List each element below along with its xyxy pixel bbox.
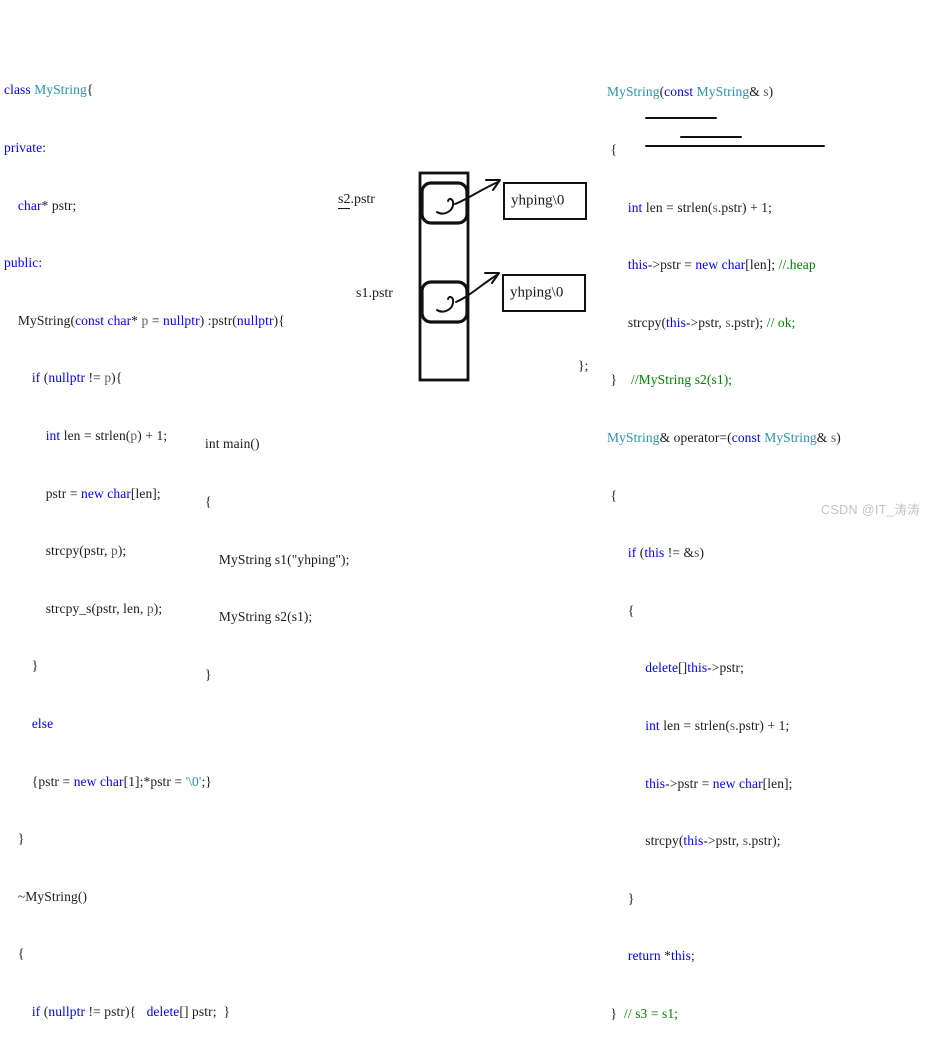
code-line: } xyxy=(4,831,25,847)
code-line: MyString(const MyString& s) xyxy=(607,84,774,100)
code-line: int len = strlen(s.pstr) + 1; xyxy=(645,717,790,733)
code-line: if (nullptr != pstr){ delete[] pstr; } xyxy=(31,1003,231,1019)
s2-to-heap-arrow-shaft xyxy=(454,181,499,205)
stack-label-s1: s1.pstr xyxy=(356,286,393,301)
stack-label-s2-token: s2 xyxy=(338,192,351,209)
class-closing-brace: }; xyxy=(578,358,589,373)
annotation-underline-long xyxy=(645,145,825,147)
s1-to-heap-arrow-shaft xyxy=(455,274,498,303)
code-line: { xyxy=(607,602,635,618)
code-line: MyString s2(s1); xyxy=(205,609,313,625)
code-line: class MyString{ xyxy=(4,82,94,98)
code-line: if (this != &s) xyxy=(627,545,705,561)
code-line: } // s3 = s1; xyxy=(607,1005,679,1021)
code-line: char* pstr; xyxy=(17,197,77,213)
code-line: } xyxy=(205,666,212,682)
heap-block-bottom-text: yhping\0 xyxy=(510,284,564,301)
annotation-underline-this-pstr-1 xyxy=(645,117,717,119)
code-line: int main() xyxy=(205,436,260,452)
s2-to-heap-arrow-head xyxy=(485,179,501,191)
code-line: } xyxy=(607,890,635,906)
s1-pstr-slot xyxy=(420,280,469,324)
heap-block-bottom: yhping\0 xyxy=(502,274,586,312)
stack-column xyxy=(418,171,470,382)
code-line: delete[]this->pstr; xyxy=(645,660,744,676)
stack-label-s2-suffix: .pstr xyxy=(350,192,375,207)
s1-to-heap-arrow xyxy=(436,295,455,313)
code-line: { xyxy=(607,487,618,503)
main-code-block: int main() { MyString s1("yhping"); MySt… xyxy=(205,396,350,703)
code-line: MyString(const char* p = nullptr) :pstr(… xyxy=(4,312,285,328)
code-line: int len = strlen(s.pstr) + 1; xyxy=(627,199,772,215)
code-line: this->pstr = new char[len]; //.heap xyxy=(627,257,816,273)
s1-to-heap-arrow-head xyxy=(484,272,500,284)
code-line: private: xyxy=(4,140,47,155)
code-line: { xyxy=(4,946,25,962)
stack-label-s2: s2.pstr xyxy=(338,192,375,209)
csdn-watermark: CSDN @IT_涛涛 xyxy=(820,503,920,517)
s2-to-heap-arrow xyxy=(436,197,455,215)
code-line: strcpy(this->pstr, s.pstr); // ok; xyxy=(607,314,796,330)
code-line: MyString& operator=(const MyString& s) xyxy=(607,429,841,445)
code-line: } //MyString s2(s1); xyxy=(607,372,733,388)
code-line: this->pstr = new char[len]; xyxy=(645,775,793,791)
code-line: ~MyString() xyxy=(4,888,88,904)
code-line: { xyxy=(607,142,618,157)
code-line: if (nullptr != p){ xyxy=(31,370,123,386)
heap-block-top: yhping\0 xyxy=(503,182,587,220)
s2-pstr-slot xyxy=(420,181,469,225)
code-line: strcpy(this->pstr, s.pstr); xyxy=(607,833,781,849)
code-line: MyString s1("yhping"); xyxy=(205,551,350,567)
right-code-block: MyString(const MyString& s) { int len = … xyxy=(607,44,841,1042)
heap-block-top-text: yhping\0 xyxy=(511,192,565,209)
code-line: { xyxy=(205,494,212,509)
annotation-underline-this-pstr-2 xyxy=(680,136,742,138)
code-line: {pstr = new char[1];*pstr = '\0';} xyxy=(4,773,212,789)
code-line: else xyxy=(31,715,54,731)
code-line: public: xyxy=(4,255,43,271)
code-line: return *this; xyxy=(627,948,695,964)
